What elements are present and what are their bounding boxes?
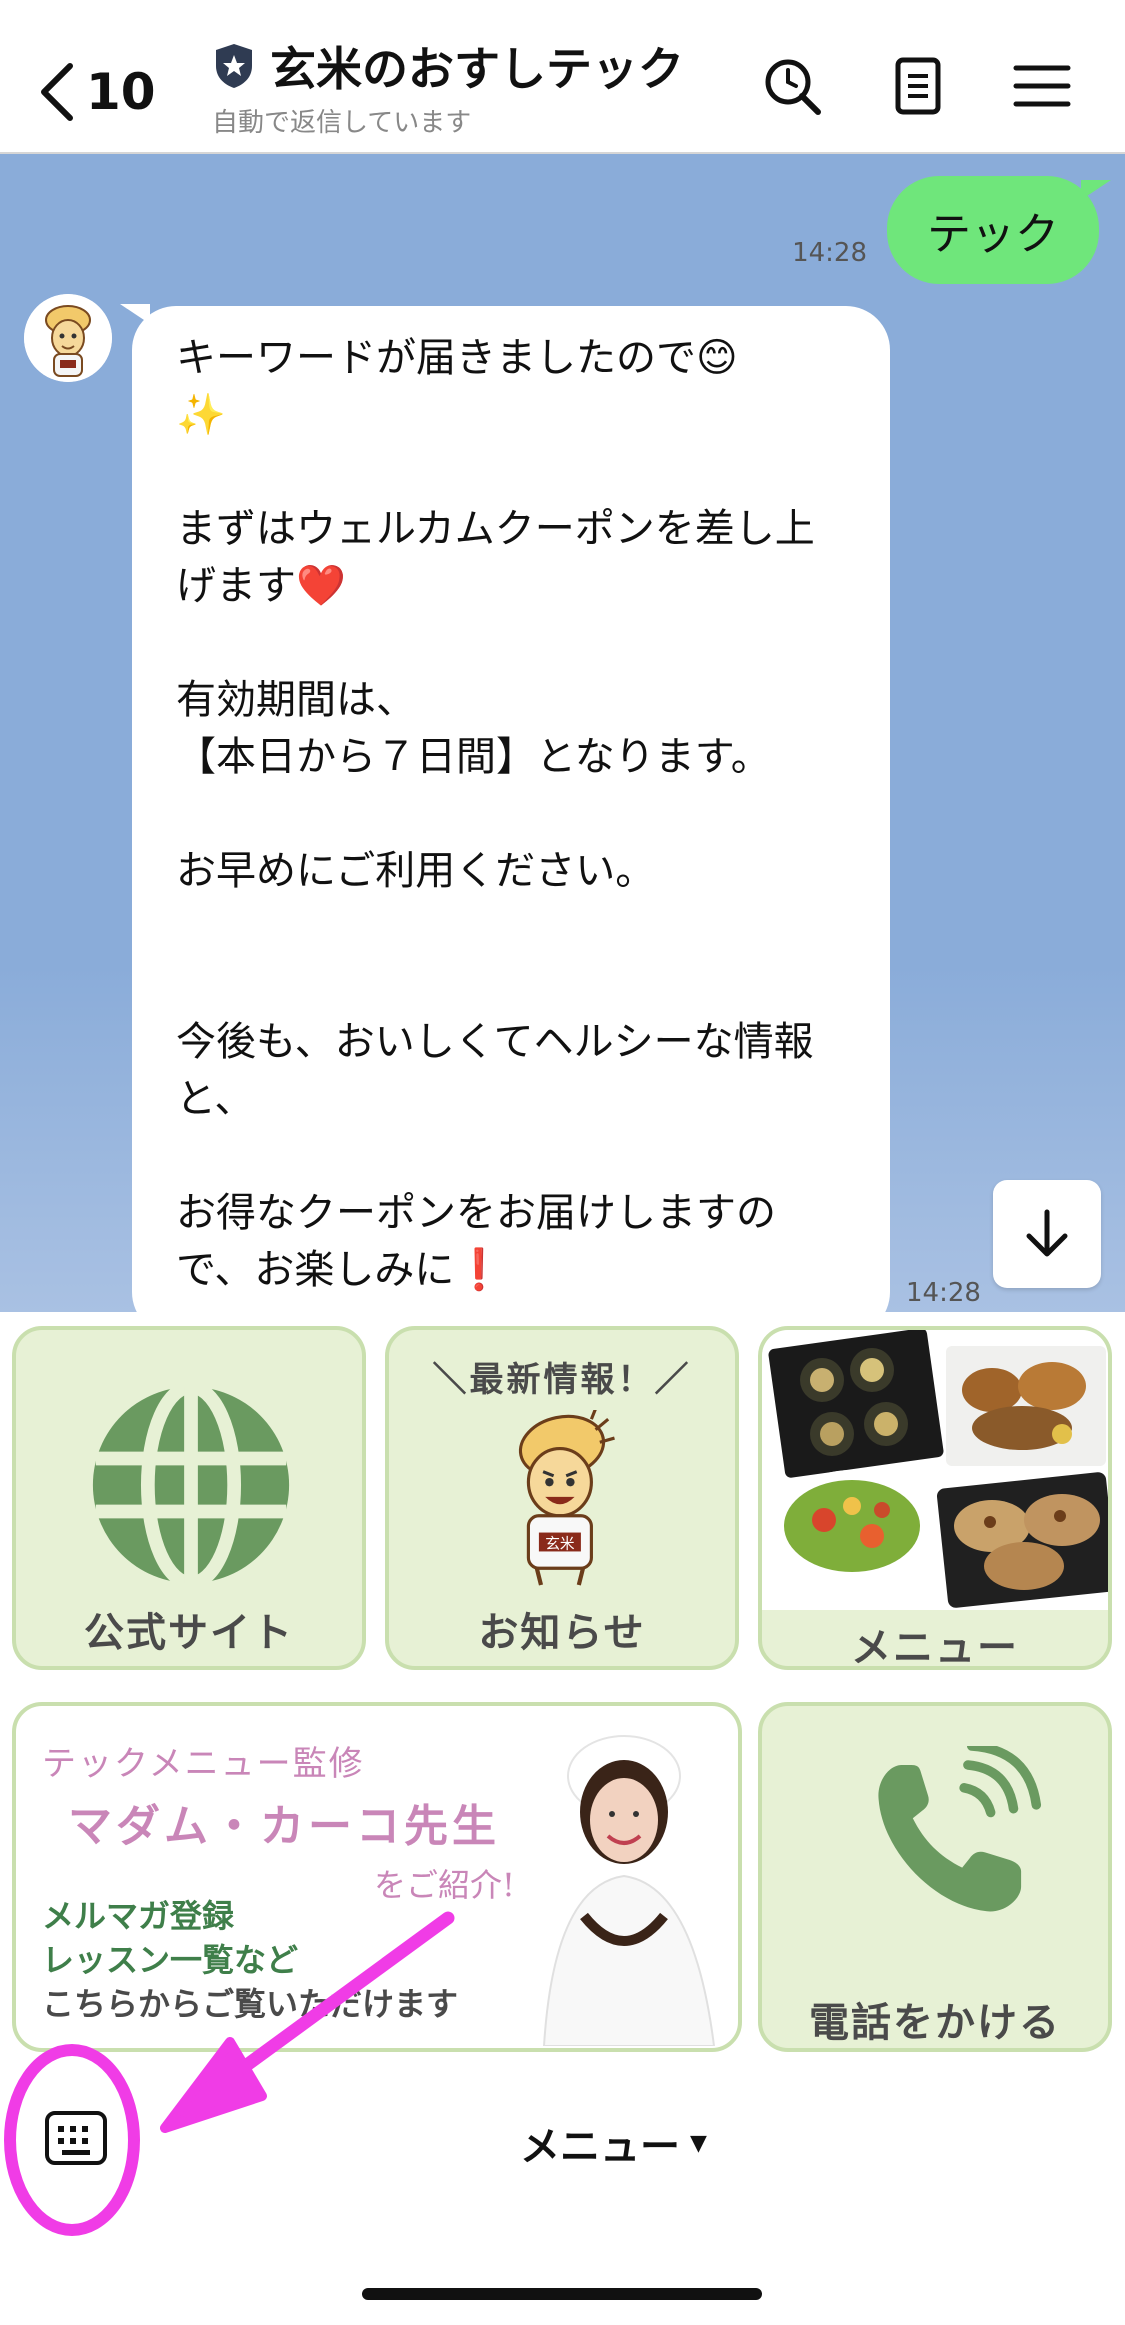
call-tile[interactable]: 電話をかける xyxy=(758,1702,1112,2052)
official-site-label: 公式サイト xyxy=(84,1610,294,1656)
rich-menu-toggle[interactable]: メニュー ▼ xyxy=(520,2114,707,2172)
rich-menu-toggle-label: メニュー xyxy=(520,2124,680,2170)
mascot-icon xyxy=(24,294,112,382)
search-button[interactable] xyxy=(756,50,828,122)
home-indicator[interactable] xyxy=(362,2288,762,2300)
mascot-icon: 玄米 xyxy=(518,1410,615,1586)
instructor-photo xyxy=(542,1735,716,2046)
avatar[interactable] xyxy=(24,294,112,382)
chat-title: 玄米のおすしテック xyxy=(270,42,684,96)
mascot-badge: 玄米 xyxy=(545,1535,575,1552)
notes-button[interactable] xyxy=(882,50,954,122)
news-heading: ＼最新情報！／ xyxy=(432,1360,692,1400)
arrow-down-icon xyxy=(1026,1209,1068,1257)
menu-icon xyxy=(1013,65,1071,107)
banner-text-view: こちらからご覧いただけます xyxy=(42,1985,459,2023)
sent-timestamp: 14:28 xyxy=(792,238,867,268)
chat-area[interactable]: テック 14:28 キーワードが届きましたので😊 ✨ まずはウェルカムクーポンを… xyxy=(0,154,1125,1312)
phone-icon xyxy=(878,1746,1042,1912)
chat-subtitle: 自動で返信しています xyxy=(212,108,472,138)
back-button[interactable]: 10 xyxy=(36,52,186,132)
news-tile[interactable]: ＼最新情報！／ 玄米 お知らせ xyxy=(385,1326,739,1670)
received-message[interactable]: キーワードが届きましたので😊 ✨ まずはウェルカムクーポンを差し上げます❤️ 有… xyxy=(132,306,890,1312)
chat-title-area[interactable]: 玄米のおすしテック 自動で返信しています xyxy=(212,34,732,139)
banner-instructor-name: マダム・カーコ先生 xyxy=(68,1801,500,1852)
rich-menu: 公式サイト ＼最新情報！／ 玄米 お知らせ メニュー テックメニュー監修 マダム… xyxy=(0,1312,1125,2058)
received-message-text: キーワードが届きましたので😊 ✨ まずはウェルカムクーポンを差し上げます❤️ 有… xyxy=(176,335,815,1293)
keyboard-icon xyxy=(45,2111,107,2165)
call-label: 電話をかける xyxy=(809,2000,1061,2046)
globe-icon xyxy=(92,1382,290,1588)
food-photos-image xyxy=(762,1330,1108,1610)
search-icon xyxy=(765,59,821,115)
menu-tile[interactable]: メニュー xyxy=(758,1326,1112,1670)
sent-message[interactable]: テック xyxy=(887,176,1099,284)
unread-count: 10 xyxy=(86,63,156,121)
received-timestamp: 14:28 xyxy=(906,1278,981,1308)
instructor-banner[interactable]: テックメニュー監修 マダム・カーコ先生 をご紹介! メルマガ登録 レッスン一覧な… xyxy=(12,1702,742,2052)
scroll-to-bottom-button[interactable] xyxy=(993,1180,1101,1288)
banner-text-lessons: レッスン一覧など xyxy=(42,1941,299,1979)
chat-menu-button[interactable] xyxy=(1006,50,1078,122)
shield-star-icon xyxy=(216,44,252,88)
notes-icon xyxy=(895,57,941,115)
caret-down-icon: ▼ xyxy=(690,2130,707,2156)
chat-header: 10 玄米のおすしテック 自動で返信しています xyxy=(0,0,1125,154)
menu-label: メニュー xyxy=(851,1625,1019,1670)
banner-text-newsletter: メルマガ登録 xyxy=(42,1897,235,1935)
banner-supervisor-text: テックメニュー監修 xyxy=(42,1744,365,1784)
news-label: お知らせ xyxy=(478,1610,646,1656)
official-site-tile[interactable]: 公式サイト xyxy=(12,1326,366,1670)
keyboard-toggle-button[interactable] xyxy=(44,2110,108,2166)
banner-intro-text: をご紹介! xyxy=(374,1866,515,1904)
chevron-left-icon xyxy=(41,63,73,121)
bottom-bar: メニュー ▼ xyxy=(0,2058,1125,2325)
